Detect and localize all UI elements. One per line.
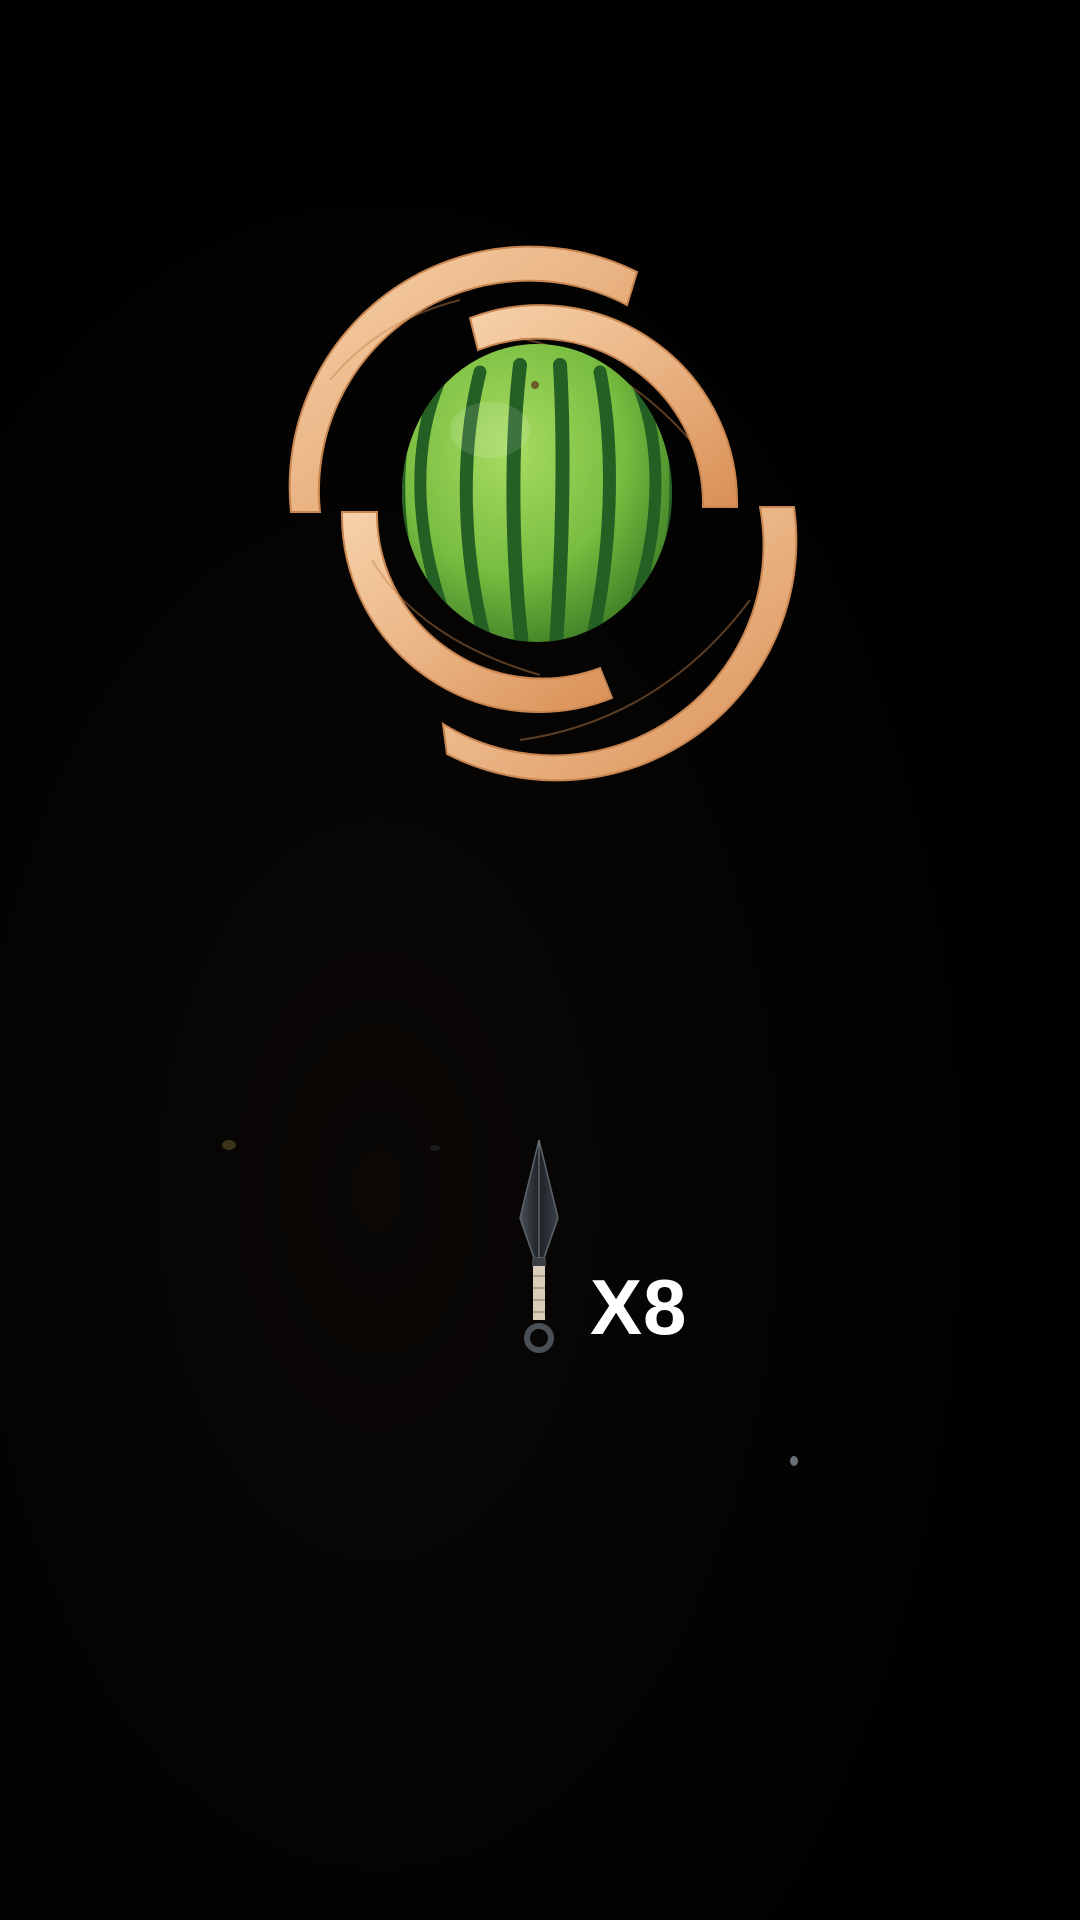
kunai-icon[interactable] [508, 1138, 570, 1368]
target-board[interactable] [0, 0, 1080, 1920]
game-stage[interactable]: X8 [0, 0, 1080, 1920]
watermelon-target[interactable] [401, 344, 674, 645]
knives-remaining-counter: X8 [590, 1263, 688, 1351]
